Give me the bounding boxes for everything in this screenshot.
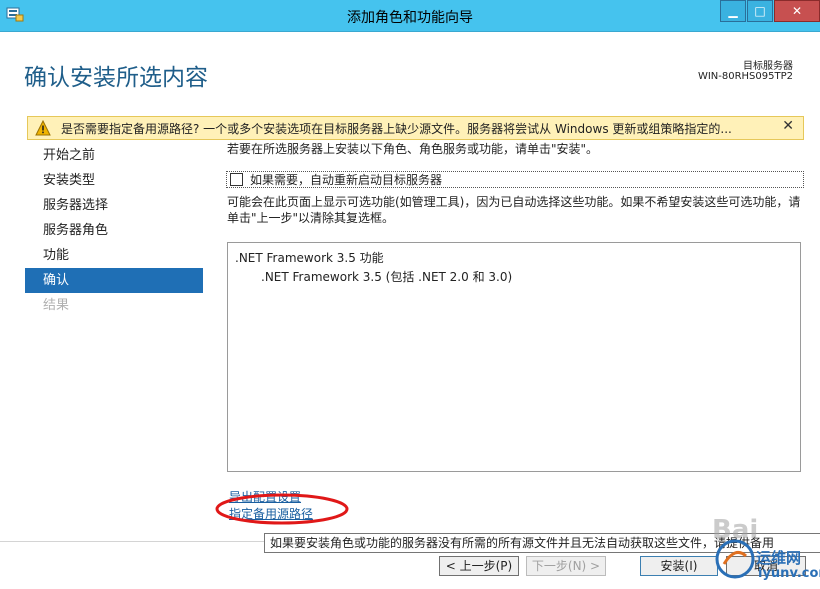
nav-item-installation-type[interactable]: 安装类型 [25, 168, 203, 193]
window-controls: ▁ □ ✕ [719, 0, 820, 22]
window-title: 添加角色和功能向导 [347, 10, 473, 26]
target-server-name: WIN-80RHS095TP2 [697, 71, 793, 82]
site-logo-icon [715, 539, 755, 579]
minimize-button[interactable]: ▁ [720, 0, 746, 22]
nav-item-confirmation[interactable]: 确认 [25, 268, 203, 293]
warning-close-icon[interactable]: ✕ [782, 118, 794, 134]
instruction-text: 若要在所选服务器上安装以下角色、角色服务或功能，请单击"安装"。 [227, 142, 599, 156]
warning-icon [35, 120, 51, 136]
wizard-nav: 开始之前 安装类型 服务器选择 服务器角色 功能 确认 结果 [25, 143, 203, 318]
title-bar: 添加角色和功能向导 ▁ □ ✕ [0, 0, 820, 32]
previous-button[interactable]: < 上一步(P) [439, 556, 519, 576]
auto-restart-label[interactable]: 如果需要，自动重新启动目标服务器 [250, 171, 442, 188]
page-title: 确认安装所选内容 [24, 65, 208, 91]
warning-text: 是否需要指定备用源路径? 一个或多个安装选项在目标服务器上缺少源文件。服务器将尝… [61, 122, 732, 136]
nav-item-results: 结果 [43, 298, 70, 313]
auto-restart-checkbox[interactable] [230, 173, 243, 186]
install-button[interactable]: 安装(I) [640, 556, 718, 576]
close-button[interactable]: ✕ [774, 0, 820, 22]
nav-item-server-selection[interactable]: 服务器选择 [25, 193, 203, 218]
nav-item-before-you-begin[interactable]: 开始之前 [25, 143, 203, 168]
next-button[interactable]: 下一步(N) > [526, 556, 606, 576]
feature-subitem: .NET Framework 3.5 (包括 .NET 2.0 和 3.0) [261, 270, 513, 284]
feature-item: .NET Framework 3.5 功能 [235, 251, 384, 265]
optional-features-note: 可能会在此页面上显示可选功能(如管理工具)，因为已自动选择这些功能。如果不希望安… [227, 195, 801, 225]
auto-restart-option[interactable]: 如果需要，自动重新启动目标服务器 [226, 171, 804, 188]
site-watermark-cn: 运维网 [756, 549, 802, 567]
site-watermark-en: iyunv.com [758, 566, 820, 581]
warning-banner[interactable]: 是否需要指定备用源路径? 一个或多个安装选项在目标服务器上缺少源文件。服务器将尝… [27, 116, 804, 140]
red-annotation-ellipse [215, 493, 349, 525]
target-server-label: 目标服务器 [743, 61, 793, 72]
nav-item-server-roles[interactable]: 服务器角色 [25, 218, 203, 243]
nav-item-features[interactable]: 功能 [25, 243, 203, 268]
selected-features-list: .NET Framework 3.5 功能 .NET Framework 3.5… [227, 242, 801, 472]
maximize-button[interactable]: □ [747, 0, 773, 22]
